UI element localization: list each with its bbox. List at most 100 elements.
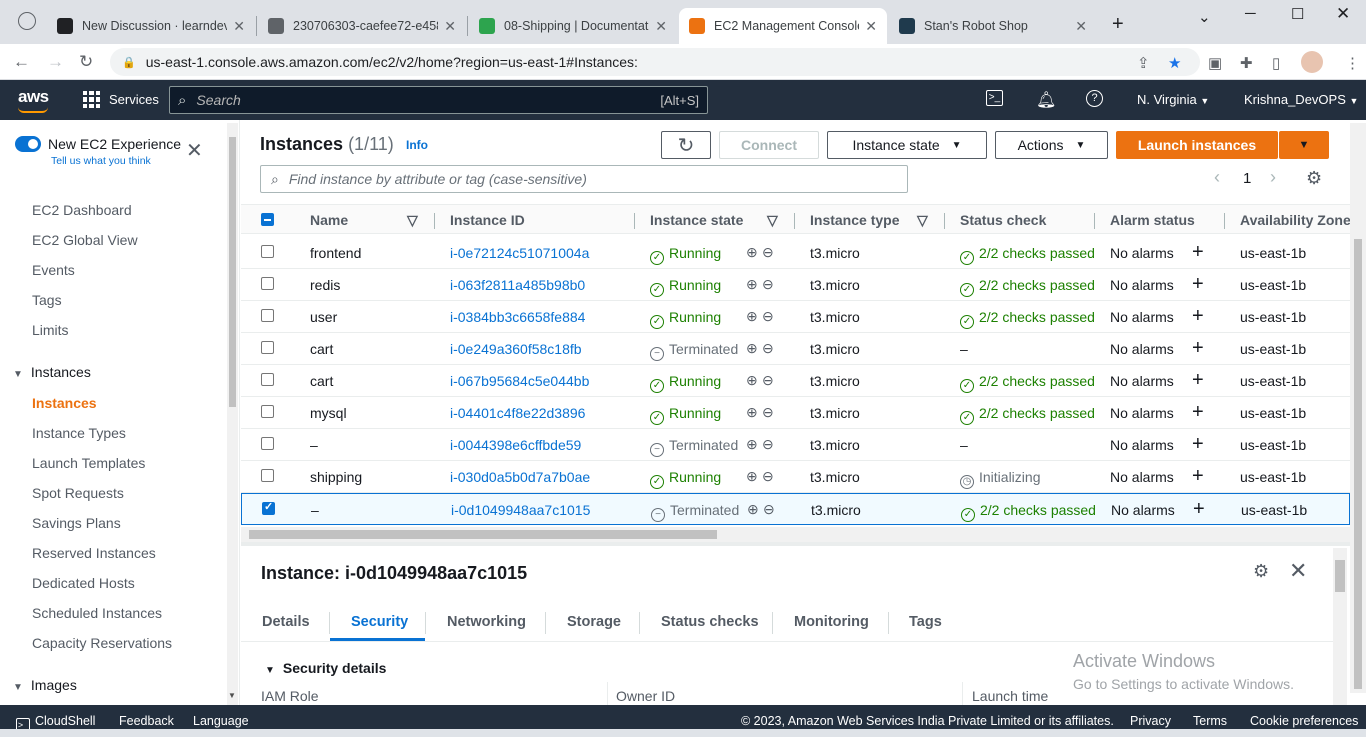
tab-networking[interactable]: Networking <box>447 614 526 630</box>
zoom-out-icon[interactable]: ⊖ <box>762 404 774 421</box>
table-row[interactable]: – i-0044398e6cffbde59 − Terminated ⊕ ⊖ t3.micr… <box>241 429 1350 461</box>
url-field[interactable]: 🔒 us-east-1.console.aws.amazon.com/ec2/v… <box>110 48 1200 76</box>
sidebar-scroll-thumb[interactable] <box>229 137 236 407</box>
sidebar-section-images[interactable]: ▼ Images <box>13 677 77 693</box>
details-scroll-thumb[interactable] <box>1335 560 1345 592</box>
zoom-in-icon[interactable]: ⊕ <box>746 404 758 421</box>
feedback-link[interactable]: Tell us what you think <box>51 155 151 167</box>
table-horizontal-scrollbar[interactable] <box>241 527 1350 542</box>
column-divider[interactable] <box>434 213 435 229</box>
add-alarm-icon[interactable]: + <box>1192 401 1204 424</box>
row-checkbox[interactable] <box>261 309 274 322</box>
language-link[interactable]: Language <box>193 714 249 728</box>
actions-button[interactable]: Actions ▼ <box>995 131 1108 159</box>
zoom-in-icon[interactable]: ⊕ <box>746 436 758 453</box>
table-row[interactable]: redis i-063f2811a485b98b0 ✓ Running ⊕ ⊖ t3.mic… <box>241 269 1350 301</box>
services-menu[interactable]: Services <box>83 91 159 108</box>
settings-gear-icon[interactable]: ⚙ <box>1253 561 1269 582</box>
add-alarm-icon[interactable]: + <box>1192 369 1204 392</box>
cookie-preferences-link[interactable]: Cookie preferences <box>1250 714 1358 728</box>
add-alarm-icon[interactable]: + <box>1193 498 1205 521</box>
row-checkbox[interactable] <box>262 500 275 515</box>
sidebar-item[interactable]: Events <box>32 262 75 278</box>
terms-link[interactable]: Terms <box>1193 714 1227 728</box>
back-icon[interactable]: ← <box>13 52 30 72</box>
add-alarm-icon[interactable]: + <box>1192 337 1204 360</box>
zoom-out-icon[interactable]: ⊖ <box>762 340 774 357</box>
col-alarm-status[interactable]: Alarm status <box>1110 212 1195 228</box>
zoom-in-icon[interactable]: ⊕ <box>746 340 758 357</box>
bookmark-star-icon[interactable]: ★ <box>1168 54 1181 72</box>
sidebar-item[interactable]: Instance Types <box>32 425 126 441</box>
maximize-button[interactable]: ☐ <box>1291 5 1304 23</box>
refresh-button[interactable]: ↻ <box>661 131 711 159</box>
instance-id-link[interactable]: i-0e249a360f58c18fb <box>450 341 582 357</box>
settings-gear-icon[interactable]: ⚙ <box>1306 168 1322 189</box>
add-alarm-icon[interactable]: + <box>1192 433 1204 456</box>
column-divider[interactable] <box>944 213 945 229</box>
instance-id-link[interactable]: i-0d1049948aa7c1015 <box>451 502 590 518</box>
region-selector[interactable]: N. Virginia ▼ <box>1137 92 1209 107</box>
launch-dropdown-button[interactable]: ▼ <box>1279 131 1329 159</box>
col-instance-type[interactable]: Instance type <box>810 212 899 228</box>
zoom-out-icon[interactable]: ⊖ <box>762 468 774 485</box>
connect-button[interactable]: Connect <box>719 131 819 159</box>
instance-id-link[interactable]: i-04401c4f8e22d3896 <box>450 405 585 421</box>
close-tab-icon[interactable]: ✕ <box>1075 18 1087 35</box>
puzzle-icon[interactable]: ✚ <box>1240 54 1253 72</box>
browser-tab[interactable]: EC2 Management Console ✕ <box>679 8 887 44</box>
table-row[interactable]: mysql i-04401c4f8e22d3896 ✓ Running ⊕ ⊖ t3.mic… <box>241 397 1350 429</box>
close-tab-icon[interactable]: ✕ <box>233 18 245 35</box>
sidebar-item[interactable]: Savings Plans <box>32 515 121 531</box>
zoom-in-icon[interactable]: ⊕ <box>747 501 759 518</box>
select-all-checkbox[interactable] <box>261 213 274 226</box>
details-vertical-scrollbar[interactable] <box>1333 548 1347 705</box>
row-checkbox[interactable] <box>261 245 274 258</box>
zoom-in-icon[interactable]: ⊕ <box>746 308 758 325</box>
col-instance-id[interactable]: Instance ID <box>450 212 525 228</box>
close-window-button[interactable]: ✕ <box>1336 4 1350 24</box>
new-experience-toggle[interactable] <box>15 136 41 152</box>
sidebar-item[interactable]: Launch Templates <box>32 455 145 471</box>
close-tab-icon[interactable]: ✕ <box>865 18 877 35</box>
tab-security[interactable]: Security <box>351 614 408 630</box>
instance-id-link[interactable]: i-030d0a5b0d7a7b0ae <box>450 469 590 485</box>
sidebar-item[interactable]: Limits <box>32 322 69 338</box>
table-row[interactable]: – i-0d1049948aa7c1015 −Terminated ⊕⊖ t3.micr… <box>241 493 1350 525</box>
instance-id-link[interactable]: i-0044398e6cffbde59 <box>450 437 581 453</box>
sidebar-scrollbar[interactable]: ▼ <box>227 123 238 705</box>
col-status-check[interactable]: Status check <box>960 212 1046 228</box>
instance-id-link[interactable]: i-063f2811a485b98b0 <box>450 277 585 293</box>
cloudshell-icon[interactable]: >_ <box>986 90 1003 106</box>
sort-icon[interactable]: ▽ <box>407 212 418 229</box>
zoom-out-icon[interactable]: ⊖ <box>762 308 774 325</box>
zoom-in-icon[interactable]: ⊕ <box>746 372 758 389</box>
sidebar-item[interactable]: EC2 Global View <box>32 232 138 248</box>
prev-page-icon[interactable]: ‹ <box>1214 167 1220 188</box>
tab-details[interactable]: Details <box>262 614 310 630</box>
browser-tab[interactable]: 08-Shipping | Documentation ✕ <box>469 8 677 44</box>
row-checkbox[interactable] <box>261 469 274 482</box>
table-row[interactable]: shipping i-030d0a5b0d7a7b0ae ✓ Running ⊕ ⊖ t3.… <box>241 461 1350 493</box>
zoom-out-icon[interactable]: ⊖ <box>762 436 774 453</box>
zoom-out-icon[interactable]: ⊖ <box>762 372 774 389</box>
sidebar-section-instances[interactable]: ▼ Instances <box>13 364 91 380</box>
share-icon[interactable]: ⇪ <box>1137 54 1150 72</box>
instance-filter-input[interactable]: ⌕ Find instance by attribute or tag (cas… <box>260 165 908 193</box>
col-instance-state[interactable]: Instance state <box>650 212 743 228</box>
kebab-menu-icon[interactable]: ⋮ <box>1345 54 1360 72</box>
tab-monitoring[interactable]: Monitoring <box>794 614 869 630</box>
row-checkbox[interactable] <box>261 277 274 290</box>
aws-search-input[interactable]: ⌕ Search [Alt+S] <box>169 86 708 114</box>
zoom-in-icon[interactable]: ⊕ <box>746 468 758 485</box>
table-row[interactable]: frontend i-0e72124c51071004a ✓ Running ⊕ ⊖ t3.… <box>241 237 1350 269</box>
tab-tags[interactable]: Tags <box>909 614 942 630</box>
add-alarm-icon[interactable]: + <box>1192 305 1204 328</box>
zoom-in-icon[interactable]: ⊕ <box>746 276 758 293</box>
sidebar-item[interactable]: Spot Requests <box>32 485 124 501</box>
privacy-link[interactable]: Privacy <box>1130 714 1171 728</box>
reload-icon[interactable]: ↻ <box>79 52 93 72</box>
launch-instances-button[interactable]: Launch instances <box>1116 131 1278 159</box>
sidebar-item[interactable]: Capacity Reservations <box>32 635 172 651</box>
tab-storage[interactable]: Storage <box>567 614 621 630</box>
